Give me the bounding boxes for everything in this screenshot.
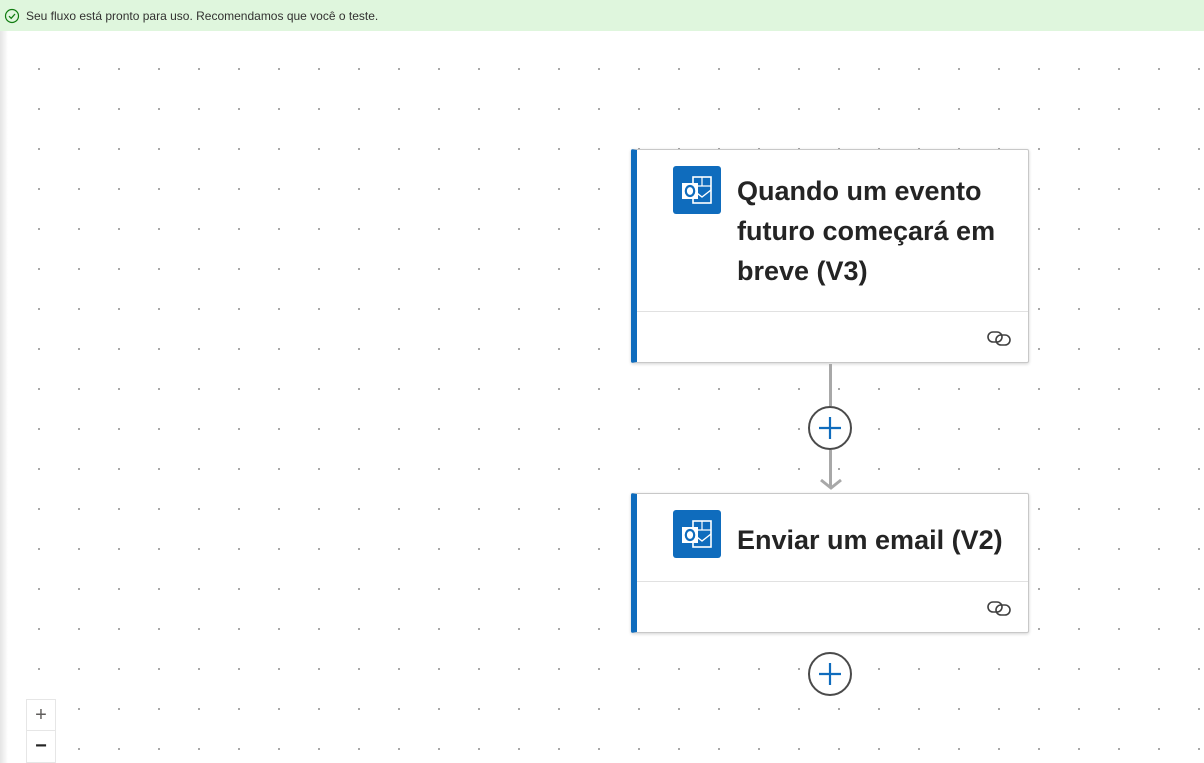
zoom-in-button[interactable]: +: [27, 700, 55, 730]
zoom-controls: + −: [26, 699, 56, 763]
trigger-card-header[interactable]: Quando um evento futuro começará em brev…: [637, 150, 1028, 312]
add-step-button[interactable]: [808, 652, 852, 696]
trigger-card[interactable]: Quando um evento futuro começará em brev…: [631, 149, 1029, 363]
zoom-out-button[interactable]: −: [27, 730, 55, 761]
outlook-icon: [673, 510, 721, 558]
plus-icon: [819, 417, 841, 439]
flow-canvas[interactable]: [0, 31, 1204, 763]
action-card[interactable]: Enviar um email (V2): [631, 493, 1029, 633]
action-title: Enviar um email (V2): [737, 525, 1003, 555]
link-icon: [986, 598, 1012, 618]
canvas-edge-shadow: [0, 31, 8, 763]
connector-line: [829, 364, 832, 406]
arrow-down-icon: [820, 478, 842, 490]
check-circle-icon: [4, 8, 20, 24]
action-card-header[interactable]: Enviar um email (V2): [637, 494, 1028, 582]
trigger-title: Quando um evento futuro começará em brev…: [737, 176, 996, 286]
status-message: Seu fluxo está pronto para uso. Recomend…: [26, 8, 379, 23]
add-step-button[interactable]: [808, 406, 852, 450]
plus-icon: [819, 663, 841, 685]
status-banner: Seu fluxo está pronto para uso. Recomend…: [0, 0, 1204, 31]
link-icon: [986, 328, 1012, 348]
outlook-icon: [673, 166, 721, 214]
